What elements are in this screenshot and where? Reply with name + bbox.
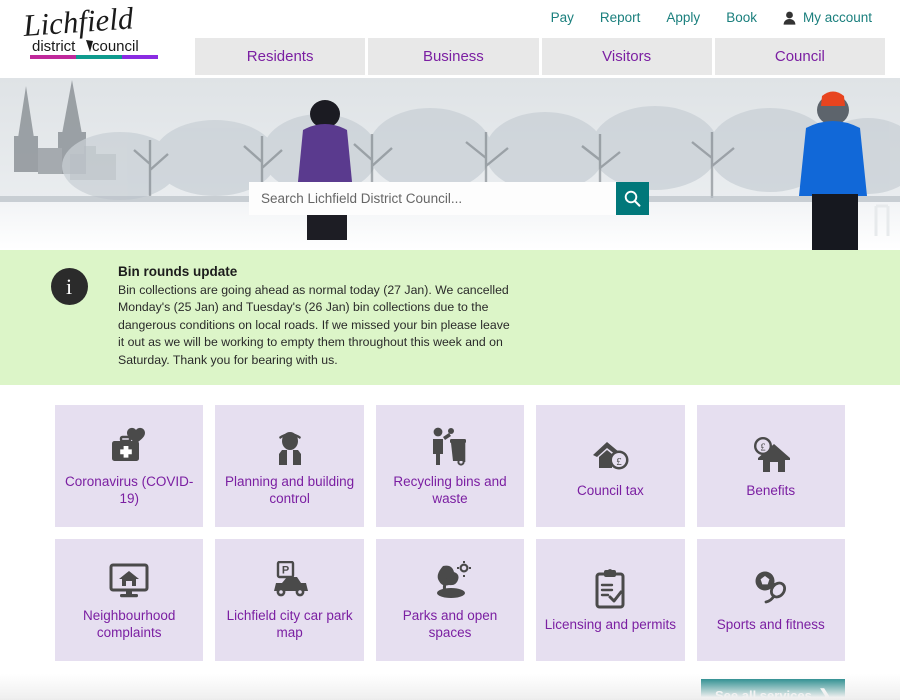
site-logo[interactable]: Lichfield district council — [20, 6, 180, 68]
svg-text:council: council — [92, 38, 139, 55]
svg-text:district: district — [32, 38, 76, 55]
search-icon — [624, 190, 641, 207]
utility-link-report[interactable]: Report — [600, 10, 641, 25]
chevron-right-icon: ❯ — [818, 687, 831, 700]
football-racket-icon — [750, 567, 792, 611]
info-icon: i — [50, 268, 88, 305]
main-nav: Residents Business Visitors Council — [195, 38, 885, 75]
service-tile-label: Recycling bins and waste — [393, 474, 507, 507]
service-tile-label: Licensing and permits — [544, 616, 677, 632]
search-input[interactable] — [249, 182, 616, 215]
service-tile-label: Planning and building control — [225, 474, 355, 507]
monitor-house-icon — [108, 558, 150, 602]
service-tile-parks[interactable]: Parks and open spaces — [375, 539, 525, 662]
clipboard-check-icon — [593, 567, 627, 611]
svg-text:£: £ — [760, 442, 765, 453]
service-tile-label: Benefits — [746, 482, 796, 498]
utility-link-apply[interactable]: Apply — [666, 10, 700, 25]
alert-icon-cell: i — [20, 264, 118, 369]
nav-tab-business[interactable]: Business — [368, 38, 539, 75]
alert-body: Bin rounds update Bin collections are go… — [118, 264, 518, 369]
service-tile-council-tax[interactable]: £ Council tax — [536, 405, 685, 528]
utility-nav: Pay Report Apply Book My account — [551, 10, 872, 25]
medical-kit-heart-icon — [109, 424, 149, 468]
service-tile-benefits[interactable]: £ Benefits — [696, 405, 845, 528]
site-header: Lichfield district council Pay Report Ap… — [0, 0, 900, 78]
parking-car-icon: P — [268, 558, 312, 602]
service-tile-label: Parks and open spaces — [402, 608, 498, 641]
see-all-services-button[interactable]: See all services ❯ — [701, 679, 845, 700]
services-section: Coronavirus (COVID-19) Planning and buil… — [0, 385, 900, 700]
service-tile-neighbourhood[interactable]: Neighbourhood complaints — [55, 539, 204, 662]
alert-title: Bin rounds update — [118, 264, 238, 279]
svg-text:P: P — [281, 565, 288, 577]
service-tile-label: Sports and fitness — [716, 616, 825, 632]
see-all-row: See all services ❯ — [55, 679, 845, 700]
service-tile-coronavirus[interactable]: Coronavirus (COVID-19) — [55, 405, 204, 528]
service-tile-planning[interactable]: Planning and building control — [215, 405, 364, 528]
service-tile-label: Lichfield city car park map — [226, 608, 353, 641]
nav-tab-visitors[interactable]: Visitors — [541, 38, 712, 75]
builder-person-icon — [272, 424, 308, 468]
hero-banner — [0, 78, 900, 250]
hero-image — [0, 78, 900, 250]
page-root: Lichfield district council Pay Report Ap… — [0, 0, 900, 700]
service-tile-grid: Coronavirus (COVID-19) Planning and buil… — [55, 405, 845, 662]
site-search — [249, 182, 649, 215]
tree-flower-icon — [429, 558, 471, 602]
person-icon — [783, 11, 796, 25]
see-all-services-label: See all services — [715, 687, 812, 700]
service-tile-car-park-map[interactable]: P Lichfield city car park map — [215, 539, 364, 662]
service-tile-label: Coronavirus (COVID-19) — [65, 474, 194, 507]
svg-text:£: £ — [617, 456, 623, 468]
utility-link-pay[interactable]: Pay — [551, 10, 574, 25]
house-pound-badge-icon: £ — [750, 433, 792, 477]
my-account-label: My account — [802, 10, 872, 25]
service-tile-recycling[interactable]: Recycling bins and waste — [375, 405, 525, 528]
alert-banner: i Bin rounds update Bin collections are … — [0, 250, 900, 386]
house-pound-coin-icon: £ — [589, 433, 631, 477]
nav-tab-residents[interactable]: Residents — [195, 38, 366, 75]
utility-link-book[interactable]: Book — [726, 10, 757, 25]
logo-graphic: Lichfield district council — [21, 6, 158, 59]
service-tile-label: Neighbourhood complaints — [83, 608, 176, 641]
service-tile-label: Council tax — [576, 482, 644, 498]
service-tile-sports[interactable]: Sports and fitness — [696, 539, 845, 662]
nav-tab-council[interactable]: Council — [714, 38, 885, 75]
service-tile-licensing[interactable]: Licensing and permits — [536, 539, 685, 662]
my-account-link[interactable]: My account — [783, 10, 872, 25]
search-button[interactable] — [616, 182, 649, 215]
person-wheelie-bin-icon — [429, 424, 471, 468]
alert-text: Bin collections are going ahead as norma… — [118, 283, 510, 367]
